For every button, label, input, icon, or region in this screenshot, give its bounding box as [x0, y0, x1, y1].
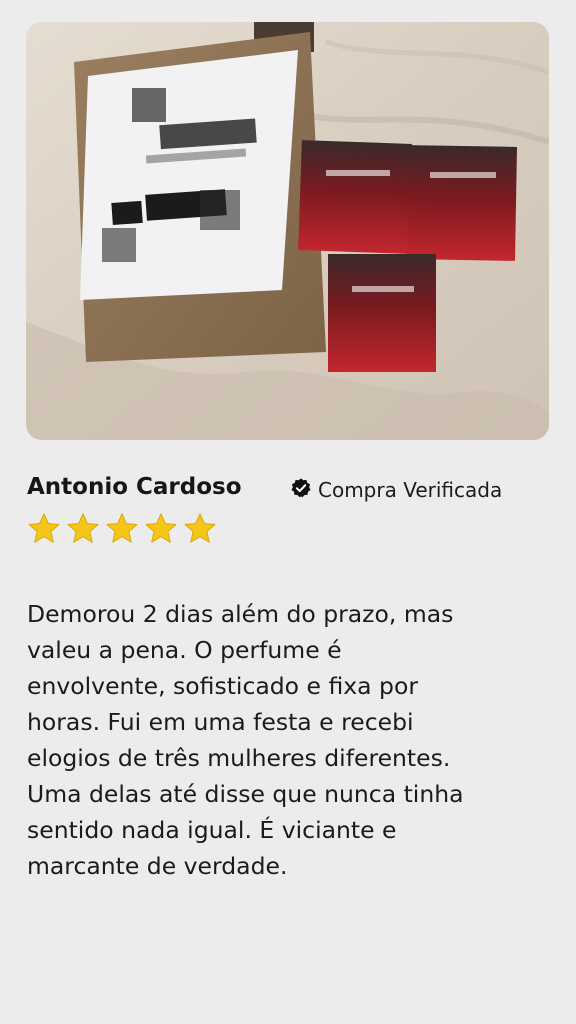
star-icon — [65, 511, 101, 547]
review-text-line: marcante de verdade. — [27, 852, 288, 880]
review-text-line: horas. Fui em uma festa e recebi — [27, 708, 414, 736]
review-photo[interactable] — [26, 22, 549, 440]
reviewer-name: Antonio Cardoso — [27, 474, 242, 500]
verified-purchase: Compra Verificada — [290, 477, 502, 503]
star-icon — [143, 511, 179, 547]
star-rating — [26, 511, 218, 547]
review-text-line: sentido nada igual. É viciante e — [27, 816, 397, 844]
star-icon — [26, 511, 62, 547]
review-text-line: envolvente, sofisticado e fixa por — [27, 672, 418, 700]
review-text-line: Uma delas até disse que nunca tinha — [27, 780, 464, 808]
review-text-line: Demorou 2 dias além do prazo, mas — [27, 600, 454, 628]
star-icon — [104, 511, 140, 547]
verified-badge-icon — [290, 477, 312, 503]
review-text-line: valeu a pena. O perfume é — [27, 636, 342, 664]
review-text: Demorou 2 dias além do prazo, mas valeu a… — [27, 596, 549, 884]
review-text-line: elogios de três mulheres diferentes. — [27, 744, 451, 772]
review-card: Antonio Cardoso Compra Verificada Demoro… — [0, 0, 576, 1024]
verified-label: Compra Verificada — [318, 478, 503, 502]
star-icon — [182, 511, 218, 547]
product-photo-image — [26, 22, 549, 440]
